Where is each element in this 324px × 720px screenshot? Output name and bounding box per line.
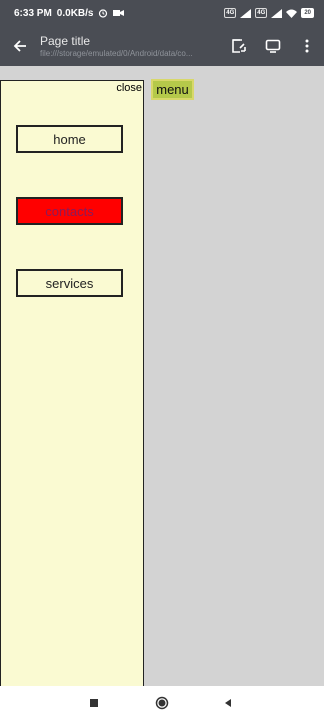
nav-item-home[interactable]: home [16, 125, 123, 153]
video-camera-icon [113, 9, 125, 17]
close-link[interactable]: close [116, 82, 142, 94]
signal-icon [240, 8, 252, 18]
app-bar: Page title file:///storage/emulated/0/An… [0, 26, 324, 66]
square-icon [90, 699, 98, 707]
desktop-button[interactable] [256, 26, 290, 66]
status-bar: 6:33 PM 0.0KB/s 4G 4G 20 [0, 0, 324, 26]
desktop-icon [265, 39, 281, 53]
open-in-button[interactable] [222, 26, 256, 66]
menu-button[interactable]: menu [151, 79, 194, 100]
web-content: close home contacts services menu [0, 66, 324, 686]
status-right: 4G 4G 20 [224, 8, 314, 18]
sim1-badge: 4G [224, 8, 237, 18]
title-block: Page title file:///storage/emulated/0/An… [40, 34, 222, 59]
page-title: Page title [40, 33, 91, 48]
more-vertical-icon [305, 39, 309, 53]
open-in-icon [232, 39, 246, 53]
signal-icon [271, 8, 283, 18]
arrow-back-icon [13, 40, 26, 52]
nav-item-services[interactable]: services [16, 269, 123, 297]
home-button[interactable] [142, 686, 182, 720]
nav-item-contacts[interactable]: contacts [16, 197, 123, 225]
alarm-icon [98, 8, 108, 18]
circle-icon [155, 696, 169, 710]
back-nav-button[interactable] [208, 686, 248, 720]
status-time: 6:33 PM [14, 7, 52, 19]
sim2-badge: 4G [255, 8, 268, 18]
more-button[interactable] [290, 26, 324, 66]
back-button[interactable] [0, 26, 40, 66]
wifi-icon [286, 9, 298, 18]
side-nav: close home contacts services [0, 80, 144, 686]
recent-apps-button[interactable] [74, 686, 114, 720]
page-url: file:///storage/emulated/0/Android/data/… [40, 48, 193, 58]
status-speed: 0.0KB/s [56, 7, 94, 19]
status-left: 6:33 PM 0.0KB/s [14, 7, 125, 19]
system-nav-bar [0, 686, 324, 720]
battery-icon: 20 [301, 8, 314, 18]
triangle-back-icon [225, 699, 231, 707]
screen: 6:33 PM 0.0KB/s 4G 4G 20 Page title file… [0, 0, 324, 720]
